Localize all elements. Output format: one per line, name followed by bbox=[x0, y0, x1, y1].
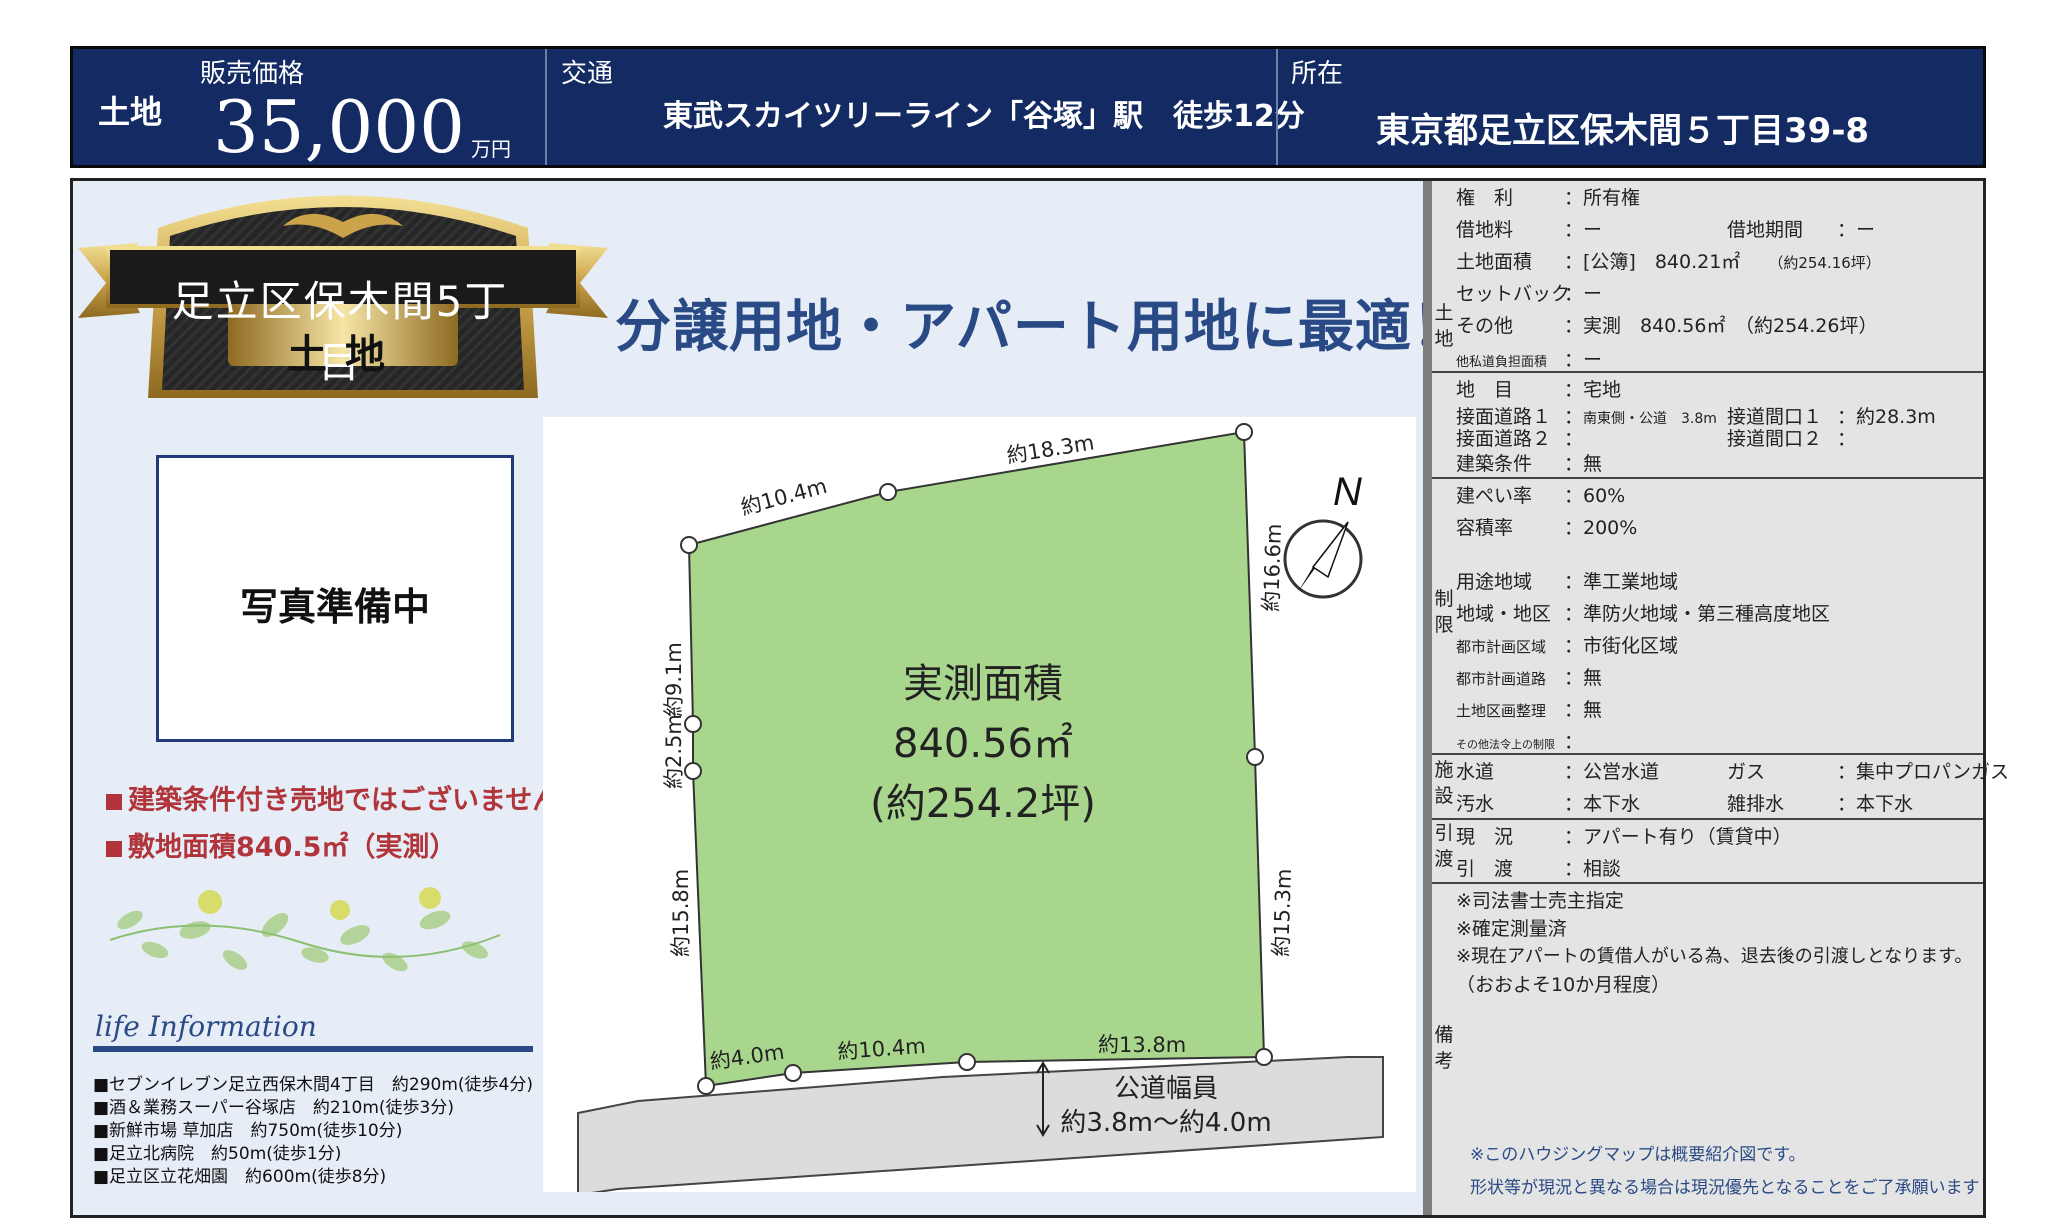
spec-row-road2: 接面道路２： bbox=[1456, 428, 1584, 450]
spec-row-handover: 引 渡：相談 bbox=[1456, 858, 1622, 880]
spec-row-lease-term: 借地期間 ：ー bbox=[1727, 219, 1876, 241]
spec-row-city-plan-road: 都市計画道路 ：無 bbox=[1456, 667, 1603, 689]
life-info-item: ■新鮮市場 草加店 約750m(徒歩10分) bbox=[93, 1121, 403, 1141]
spec-note: （おおよそ10か月程度） bbox=[1456, 974, 1671, 996]
price-value: 35,000 bbox=[213, 85, 465, 169]
footnote: 形状等が現況と異なる場合は現況優先となることをご了承願います bbox=[1470, 1178, 1980, 1198]
road-width: 約3.8m～約4.0m bbox=[1060, 1108, 1271, 1138]
header-divider bbox=[545, 49, 547, 165]
spec-note: ※確定測量済 bbox=[1456, 918, 1567, 940]
spec-row-readjustment: 土地区画整理 ：無 bbox=[1456, 699, 1603, 721]
dim-label: 約15.8m bbox=[669, 869, 693, 957]
spec-row-city-plan-area: 都市計画区域 ：市街化区域 bbox=[1456, 635, 1679, 657]
highlight-text: 建築条件付き売地ではございません bbox=[128, 785, 560, 816]
life-info-title: life Information bbox=[95, 1010, 317, 1043]
spec-note: ※現在アパートの賃借人がいる為、退去後の引渡しとなります。 bbox=[1456, 946, 1973, 967]
transport-value: 東武スカイツリーライン「谷塚」駅 徒歩12分 bbox=[663, 99, 1305, 134]
photo-placeholder: 写真準備中 bbox=[156, 455, 514, 742]
area-tsubo: (約254.2坪) bbox=[870, 781, 1096, 827]
leaf-decoration-icon bbox=[109, 887, 501, 972]
dim-label: 約16.6m bbox=[1259, 523, 1286, 612]
bullet-square-icon bbox=[106, 793, 122, 810]
spec-note: ※司法書士売主指定 bbox=[1456, 890, 1624, 912]
road-title: 公道幅員 bbox=[1114, 1074, 1218, 1104]
headline: 分譲用地・アパート用地に最適！ bbox=[615, 295, 1469, 360]
highlight-item: 建築条件付き売地ではございません bbox=[106, 778, 559, 817]
spec-row-frontage2: 接道間口２： bbox=[1727, 428, 1857, 450]
spec-cat-land: 土地 bbox=[1434, 302, 1454, 350]
spec-separator bbox=[1432, 882, 1983, 884]
header-divider bbox=[1276, 49, 1278, 165]
spec-row-land-area: 土地面積 ：[公簿] 840.21㎡ （約254.16坪） bbox=[1456, 251, 1881, 273]
spec-separator bbox=[1432, 477, 1983, 479]
header-bar: 土地 販売価格 35,000 万円 交通 東武スカイツリーライン「谷塚」駅 徒歩… bbox=[70, 46, 1986, 168]
life-info-item: ■酒＆業務スーパー谷塚店 約210m(徒歩3分) bbox=[93, 1098, 454, 1118]
spec-row-floor-ratio: 容積率 ：200% bbox=[1456, 517, 1638, 539]
spec-cat-handover: 引渡 bbox=[1434, 822, 1454, 870]
dim-label: 約15.3m bbox=[1269, 868, 1296, 957]
transport-label: 交通 bbox=[561, 59, 614, 89]
plot-map: N 実測面積 840.56㎡ (約254.2坪) 公道幅員 約3.8m～約4.0… bbox=[577, 423, 1384, 1192]
dim-label: 約13.8m bbox=[1098, 1033, 1186, 1057]
spec-row-sewage: 汚水 ：本下水 bbox=[1456, 793, 1641, 815]
life-info-rule bbox=[93, 1046, 533, 1052]
spec-row-status: 現 況：アパート有り（賃貸中） bbox=[1456, 826, 1792, 848]
spec-row-coverage: 建ぺい率 ：60% bbox=[1456, 485, 1626, 507]
highlight-text: 敷地面積840.5㎡（実測） bbox=[128, 832, 457, 863]
bullet-square-icon bbox=[106, 840, 122, 857]
location-value: 東京都足立区保木間５丁目39-8 bbox=[1376, 111, 1870, 151]
spec-row-other-law: その他法令上の制限： bbox=[1456, 731, 1584, 753]
spec-row-drainage: 雑排水 ：本下水 bbox=[1727, 793, 1914, 815]
spec-row-rights: 権 利：所有権 bbox=[1456, 187, 1641, 209]
category-label: 土地 bbox=[98, 93, 163, 131]
spec-cat-restrict: 制限 bbox=[1434, 588, 1454, 636]
badge-type-text: 土地 bbox=[287, 332, 403, 378]
photo-placeholder-text: 写真準備中 bbox=[239, 585, 430, 629]
spec-row-other: その他 ：実測 840.56㎡ （約254.26坪） bbox=[1456, 315, 1878, 337]
spec-separator bbox=[1432, 818, 1983, 820]
life-info-item: ■足立北病院 約50m(徒歩1分) bbox=[93, 1144, 342, 1164]
spec-row-water: 水道 ：公営水道 bbox=[1456, 761, 1660, 783]
spec-cat-facility: 施設 bbox=[1434, 759, 1454, 807]
highlight-item: 敷地面積840.5㎡（実測） bbox=[106, 825, 456, 864]
north-compass-icon bbox=[1283, 519, 1363, 599]
spec-cat-notes: 備考 bbox=[1434, 1024, 1454, 1072]
footnote: ※このハウジングマップは概要紹介図です。 bbox=[1470, 1145, 1806, 1165]
spec-row-zoning: 用途地域 ：準工業地域 bbox=[1456, 571, 1679, 593]
spec-row-district: 地域・地区 ：準防火地域・第三種高度地区 bbox=[1456, 603, 1831, 625]
spec-row-conditions: 建築条件 ：無 bbox=[1456, 453, 1603, 475]
spec-row-private-road: 他私道負担面積 ：ー bbox=[1456, 349, 1603, 371]
price-unit: 万円 bbox=[471, 137, 511, 161]
north-label: N bbox=[1333, 470, 1362, 514]
area-title: 実測面積 bbox=[903, 661, 1063, 707]
dim-label: 約9.1m bbox=[662, 642, 686, 717]
spec-row-setback: セットバック：ー bbox=[1456, 283, 1603, 305]
location-label: 所在 bbox=[1291, 59, 1344, 89]
area-sqm: 840.56㎡ bbox=[893, 721, 1073, 767]
dim-label: 約2.5m bbox=[662, 714, 686, 789]
spec-row-lease-fee: 借地料 ：ー bbox=[1456, 219, 1603, 241]
life-info-item: ■セブンイレブン足立西保木間4丁目 約290m(徒歩4分) bbox=[93, 1075, 533, 1095]
spec-row-gas: ガス ：集中プロパンガス bbox=[1727, 761, 2009, 783]
spec-row-land-type: 地 目：宅地 bbox=[1456, 379, 1622, 401]
life-info-item: ■足立区立花畑園 約600m(徒歩8分) bbox=[93, 1167, 387, 1187]
